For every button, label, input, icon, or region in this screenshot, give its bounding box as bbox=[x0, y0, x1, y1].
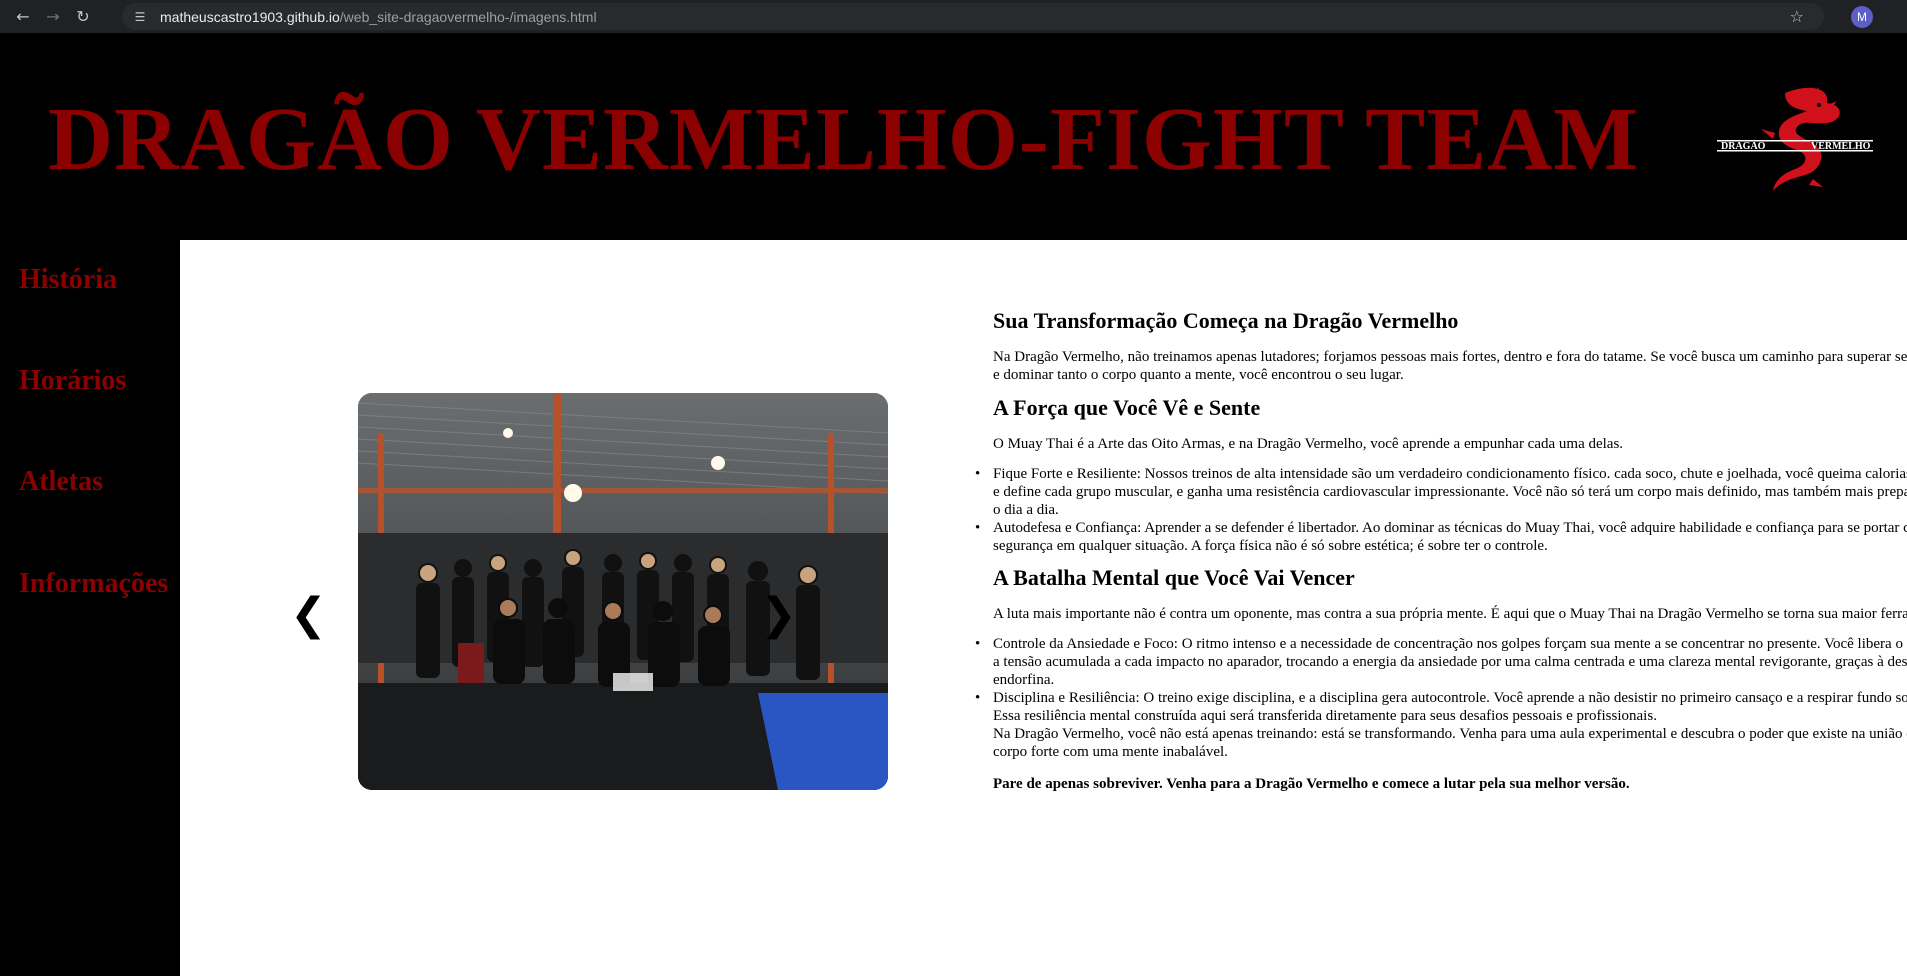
main-content: ❮ ❯ Sua Transformação Começa na Dragão V… bbox=[180, 240, 1907, 976]
paragraph-muay-thai: O Muay Thai é a Arte das Oito Armas, e n… bbox=[993, 436, 1624, 452]
back-arrow-icon[interactable]: ← bbox=[8, 2, 38, 32]
site-header: DRAGÃO VERMELHO-FIGHT TEAM DRAGÃO VERMEL… bbox=[0, 33, 1907, 240]
carousel-next-button[interactable]: ❯ bbox=[760, 593, 797, 637]
sidebar-item-horarios[interactable]: Horários bbox=[19, 365, 126, 397]
list-benefits-physical: Fique Forte e Resiliente: Nossos treinos… bbox=[975, 465, 1907, 555]
address-bar[interactable]: ☰ matheuscastro1903.github.io/web_site-d… bbox=[122, 3, 1824, 30]
list-item: Fique Forte e Resiliente: Nossos treinos… bbox=[975, 465, 1907, 519]
carousel-image bbox=[358, 393, 888, 790]
forward-arrow-icon[interactable]: → bbox=[38, 2, 68, 32]
browser-toolbar: ← → ↻ ☰ matheuscastro1903.github.io/web_… bbox=[0, 0, 1907, 33]
list-benefits-mental: Controle da Ansiedade e Foco: O ritmo in… bbox=[975, 635, 1907, 725]
url-text[interactable]: matheuscastro1903.github.io/web_site-dra… bbox=[160, 9, 597, 25]
heading-transformacao: Sua Transformação Começa na Dragão Verme… bbox=[993, 308, 1459, 333]
sidebar-item-informacoes[interactable]: Informações bbox=[19, 568, 168, 600]
sidebar-item-historia[interactable]: História bbox=[19, 264, 117, 296]
dragon-logo[interactable]: DRAGÃO VERMELHO bbox=[1715, 83, 1875, 198]
sidebar-nav: História Horários Atletas Informações bbox=[0, 240, 180, 976]
list-item: Autodefesa e Confiança: Aprender a se de… bbox=[975, 519, 1907, 555]
logo-text-left: DRAGÃO bbox=[1721, 140, 1766, 152]
heading-batalha-mental: A Batalha Mental que Você Vai Vencer bbox=[993, 565, 1355, 590]
logo-text-right: VERMELHO bbox=[1811, 141, 1871, 152]
reload-icon[interactable]: ↻ bbox=[68, 2, 98, 32]
list-item: Disciplina e Resiliência: O treino exige… bbox=[975, 689, 1907, 725]
paragraph-cta: Pare de apenas sobreviver. Venha para a … bbox=[993, 776, 1630, 792]
paragraph-intro: Na Dragão Vermelho, não treinamos apenas… bbox=[993, 349, 1907, 383]
site-title: DRAGÃO VERMELHO-FIGHT TEAM bbox=[48, 90, 1640, 189]
site-settings-icon[interactable]: ☰ bbox=[132, 9, 148, 25]
paragraph-mental: A luta mais importante não é contra um o… bbox=[993, 606, 1907, 622]
url-host: matheuscastro1903.github.io bbox=[160, 8, 340, 25]
bookmark-star-icon[interactable]: ☆ bbox=[1790, 7, 1804, 26]
paragraph-closing: Na Dragão Vermelho, você não está apenas… bbox=[993, 726, 1907, 760]
url-path: /web_site-dragaovermelho-/imagens.html bbox=[339, 8, 597, 25]
profile-avatar[interactable]: M bbox=[1851, 6, 1873, 28]
sidebar-item-atletas[interactable]: Atletas bbox=[19, 466, 103, 498]
carousel-prev-button[interactable]: ❮ bbox=[290, 593, 327, 637]
list-item: Controle da Ansiedade e Foco: O ritmo in… bbox=[975, 635, 1907, 689]
heading-forca: A Força que Você Vê e Sente bbox=[993, 395, 1261, 420]
article: Sua Transformação Começa na Dragão Verme… bbox=[975, 308, 1907, 793]
